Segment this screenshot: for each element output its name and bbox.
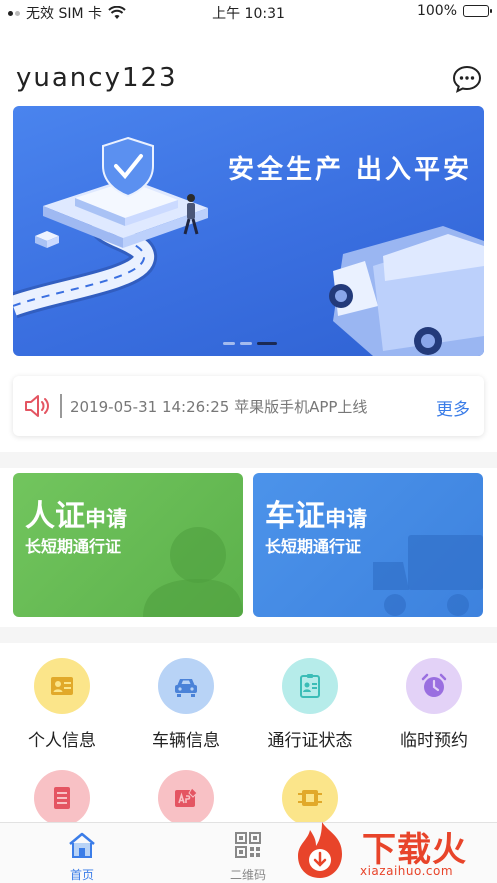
edit-icon — [175, 787, 198, 807]
document-icon — [54, 787, 70, 809]
header: yuancy123 — [0, 58, 497, 102]
person-card-subtitle: 长短期通行证 — [25, 537, 122, 556]
flame-logo-icon — [298, 822, 342, 878]
badge-icon — [300, 674, 320, 698]
notice-bar[interactable]: 2019-05-31 14:26:25 苹果版手机APP上线 更多 — [13, 376, 484, 436]
vehicle-pass-card[interactable]: 车证申请 长短期通行证 — [253, 473, 483, 617]
banner-pagination[interactable] — [223, 342, 277, 345]
banner-title: 安全生产 出入平安 — [227, 155, 472, 185]
banner-dot[interactable] — [223, 342, 235, 345]
battery-percent: 100% — [416, 3, 457, 19]
tab-qr-code[interactable]: 二维码 — [218, 831, 278, 883]
watermark-url: xiazaihuo.com — [360, 864, 454, 878]
qr-code-icon — [235, 832, 261, 858]
person-card-title: 人证 — [25, 499, 85, 534]
vehicle-card-title-suffix: 申请 — [325, 507, 367, 531]
feature-label: 个人信息 — [28, 731, 96, 751]
banner-illustration — [13, 136, 484, 356]
section-divider — [0, 627, 497, 643]
battery-icon — [463, 5, 492, 17]
feature-personal-info[interactable]: 个人信息 — [0, 658, 124, 751]
person-pass-card[interactable]: 人证申请 长短期通行证 — [13, 473, 243, 617]
status-bar: 无效 SIM 卡 上午 10:31 100% — [0, 0, 497, 24]
truck-silhouette-icon — [373, 535, 483, 616]
site-watermark: 下载火 xiazaihuo.com — [292, 818, 497, 883]
feature-temp-appointment[interactable]: 临时预约 — [372, 658, 496, 751]
chip-icon — [298, 790, 322, 806]
car-icon — [175, 679, 197, 697]
banner-dot[interactable] — [240, 342, 252, 345]
clock-icon — [421, 673, 447, 697]
vehicle-card-title: 车证 — [265, 499, 325, 534]
feature-vehicle-info[interactable]: 车辆信息 — [124, 658, 248, 751]
tab-home[interactable]: 首页 — [52, 831, 112, 883]
feature-label: 临时预约 — [400, 731, 468, 751]
notice-text[interactable]: 2019-05-31 14:26:25 苹果版手机APP上线 — [70, 396, 367, 417]
notice-divider — [60, 394, 62, 418]
username: yuancy123 — [16, 63, 178, 93]
vehicle-card-subtitle: 长短期通行证 — [265, 537, 362, 556]
section-divider — [0, 452, 497, 468]
feature-label: 通行证状态 — [267, 731, 353, 751]
home-icon — [69, 832, 95, 858]
feature-pass-status[interactable]: 通行证状态 — [248, 658, 372, 751]
banner-dot-active[interactable] — [257, 342, 277, 345]
notice-more-link[interactable]: 更多 — [436, 395, 470, 420]
tab-home-label: 首页 — [69, 868, 94, 882]
tab-qr-label: 二维码 — [229, 868, 266, 882]
person-card-title-suffix: 申请 — [85, 507, 127, 531]
promo-banner[interactable]: 安全生产 出入平安 — [13, 106, 484, 356]
speaker-icon — [25, 395, 49, 417]
chat-bubble-icon[interactable] — [451, 63, 483, 95]
person-silhouette-icon — [143, 527, 243, 617]
id-card-icon — [51, 677, 73, 695]
feature-label: 车辆信息 — [152, 731, 220, 751]
